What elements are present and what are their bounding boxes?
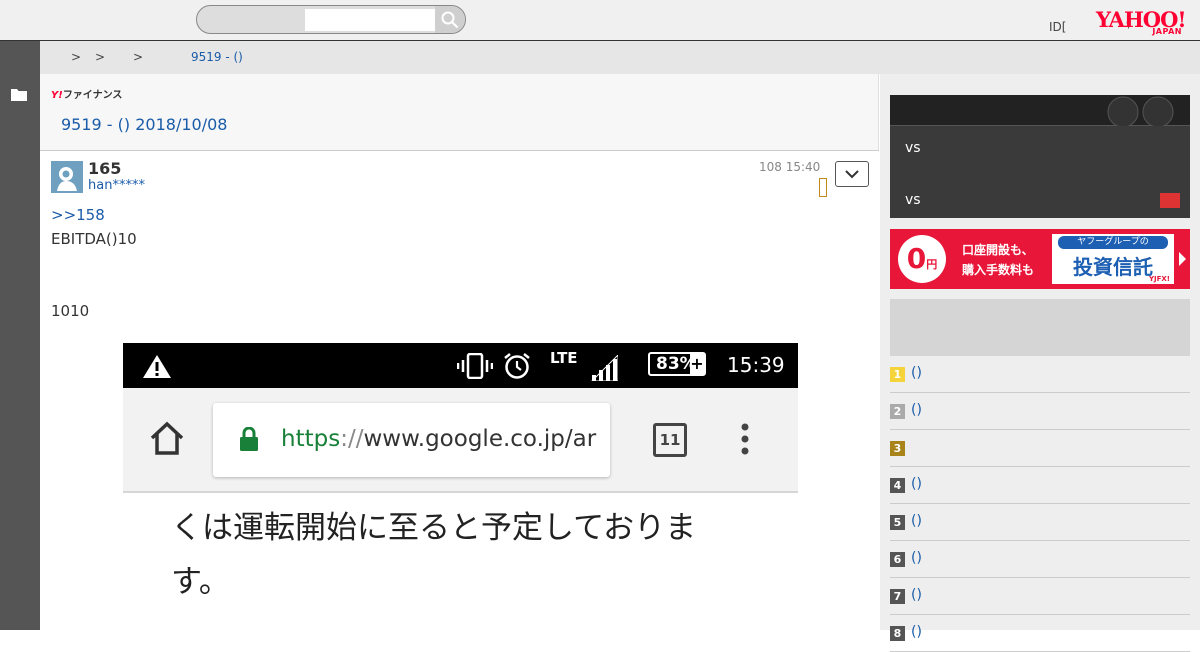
ranking-item[interactable]: 1 () — [890, 356, 1190, 393]
yahoo-japan-logo[interactable]: YAHOO! JAPAN — [1096, 9, 1188, 38]
rank-badge: 8 — [890, 626, 905, 641]
ranking-item[interactable]: 7 () — [890, 578, 1190, 615]
left-rail — [0, 41, 40, 630]
alarm-icon — [504, 353, 530, 379]
ad-brand: YJFX! — [1148, 275, 1170, 283]
network-type: LTE — [550, 349, 578, 367]
ranking-link[interactable]: () — [911, 402, 922, 418]
url-text: https://www.google.co.jp/ar — [281, 426, 596, 452]
url-bar: https://www.google.co.jp/ar — [213, 403, 610, 477]
ranking-item[interactable]: 2 () — [890, 393, 1190, 430]
signal-icon — [591, 355, 618, 381]
article-text-line: す。 — [171, 564, 230, 600]
post-body-line: EBITDA()10 — [51, 230, 137, 248]
ad-product-box: ヤフーグループの 投資信託 YJFX! — [1052, 234, 1174, 284]
post-number: 165 — [88, 159, 122, 178]
post-body-line: 1010 — [51, 302, 90, 320]
more-vert-icon — [741, 423, 749, 455]
url-scheme: https — [281, 426, 341, 452]
post-timestamp: 108 15:40 — [759, 160, 821, 174]
ranking-item[interactable]: 3 — [890, 430, 1190, 467]
phone-clock: 15:39 — [727, 353, 785, 377]
search-input[interactable] — [305, 9, 435, 31]
ad-product-caption: ヤフーグループの — [1058, 236, 1168, 249]
search-button[interactable] — [435, 6, 465, 33]
ranking-item[interactable]: 4 () — [890, 467, 1190, 504]
right-sidebar: vs vs 0円 口座開設も、 購入手数料も ヤフーグループの 投資信託 YJF… — [880, 74, 1200, 652]
warning-icon — [143, 355, 171, 378]
chevron-down-icon — [845, 169, 859, 178]
team-badge — [1160, 193, 1180, 208]
score-matchup: vs — [905, 192, 921, 208]
ranking-item[interactable]: 6 () — [890, 541, 1190, 578]
finance-logo-mark: Y! — [51, 90, 63, 101]
tabs-count-icon: 11 — [653, 423, 687, 457]
charging-icon: + — [690, 354, 704, 374]
ad-text-line: 購入手数料も — [962, 263, 1035, 277]
folder-icon[interactable] — [11, 88, 27, 101]
top-bar: ID[ † YAHOO! JAPAN — [0, 0, 1200, 41]
ranking-link[interactable]: () — [911, 624, 922, 640]
breadcrumb-current[interactable]: 9519 - () — [191, 50, 243, 64]
url-separator: :// — [340, 426, 364, 452]
main-column: Y!ファイナンス 9519 - () 2018/10/08 165 han***… — [40, 74, 879, 630]
ad-zero-badge: 0円 — [898, 235, 946, 283]
rank-badge: 7 — [890, 589, 905, 604]
login-link[interactable]: ID[ — [1049, 20, 1066, 34]
yahoo-finance-logo[interactable]: Y!ファイナンス — [51, 86, 122, 101]
avatar[interactable] — [51, 161, 83, 193]
ranking-list: 1 () 2 () 3 4 () 5 () 6 () 7 () 8 () — [890, 356, 1190, 652]
ranking-link[interactable]: () — [911, 550, 922, 566]
rank-badge: 4 — [890, 478, 905, 493]
battery-indicator: 83% + — [648, 352, 706, 376]
post-attached-image[interactable]: LTE 83% + 15:39 https://www.google.co.jp… — [119, 337, 803, 630]
ad-zero-unit: 円 — [926, 258, 938, 271]
ranking-item[interactable]: 5 () — [890, 504, 1190, 541]
score-matchup: vs — [905, 140, 921, 156]
bookmark-icon[interactable] — [819, 178, 827, 197]
arrow-right-icon — [1179, 252, 1186, 266]
rank-badge: 5 — [890, 515, 905, 530]
ad-text-line: 口座開設も、 — [962, 243, 1034, 257]
ranking-item[interactable]: 8 () — [890, 615, 1190, 652]
article-text-line: くは運転開始に至ると予定しておりま — [171, 510, 697, 546]
breadcrumb-separator: > — [71, 50, 82, 64]
search-icon — [441, 11, 459, 28]
scoreboard-header — [890, 95, 1190, 126]
ranking-link[interactable]: () — [911, 365, 922, 381]
breadcrumb-separator: > — [95, 50, 106, 64]
ranking-header — [890, 299, 1190, 356]
ad-banner[interactable]: 0円 口座開設も、 購入手数料も ヤフーグループの 投資信託 YJFX! — [890, 229, 1190, 289]
scoreboard-widget[interactable]: vs vs — [890, 95, 1190, 218]
message-post: 165 han***** 108 15:40 >>158 EBITDA()10 … — [40, 151, 879, 630]
ad-zero-number: 0 — [906, 242, 927, 275]
browser-toolbar: https://www.google.co.jp/ar 11 — [123, 388, 798, 493]
page-title[interactable]: 9519 - () 2018/10/08 — [61, 115, 227, 134]
url-address: www.google.co.jp/ar — [363, 426, 597, 452]
reply-link[interactable]: >>158 — [51, 206, 105, 224]
logo-sub-text: JAPAN — [1152, 27, 1182, 36]
vibrate-icon — [457, 353, 493, 379]
rank-badge: 3 — [890, 441, 905, 456]
home-icon — [150, 421, 184, 455]
post-menu-button[interactable] — [835, 161, 869, 187]
breadcrumb: > > > 9519 - () — [40, 41, 1200, 74]
ranking-link[interactable]: () — [911, 587, 922, 603]
search-box — [196, 5, 466, 34]
breadcrumb-separator: > — [133, 50, 144, 64]
baseball-icon — [1107, 96, 1174, 126]
finance-logo-text: ファイナンス — [62, 90, 123, 101]
rank-badge: 2 — [890, 404, 905, 419]
post-username[interactable]: han***** — [88, 178, 145, 193]
lock-icon — [240, 427, 258, 451]
rank-badge: 1 — [890, 367, 905, 382]
ranking-link[interactable]: () — [911, 513, 922, 529]
rank-badge: 6 — [890, 552, 905, 567]
ranking-link[interactable]: () — [911, 476, 922, 492]
phone-status-bar: LTE 83% + 15:39 — [123, 343, 798, 388]
